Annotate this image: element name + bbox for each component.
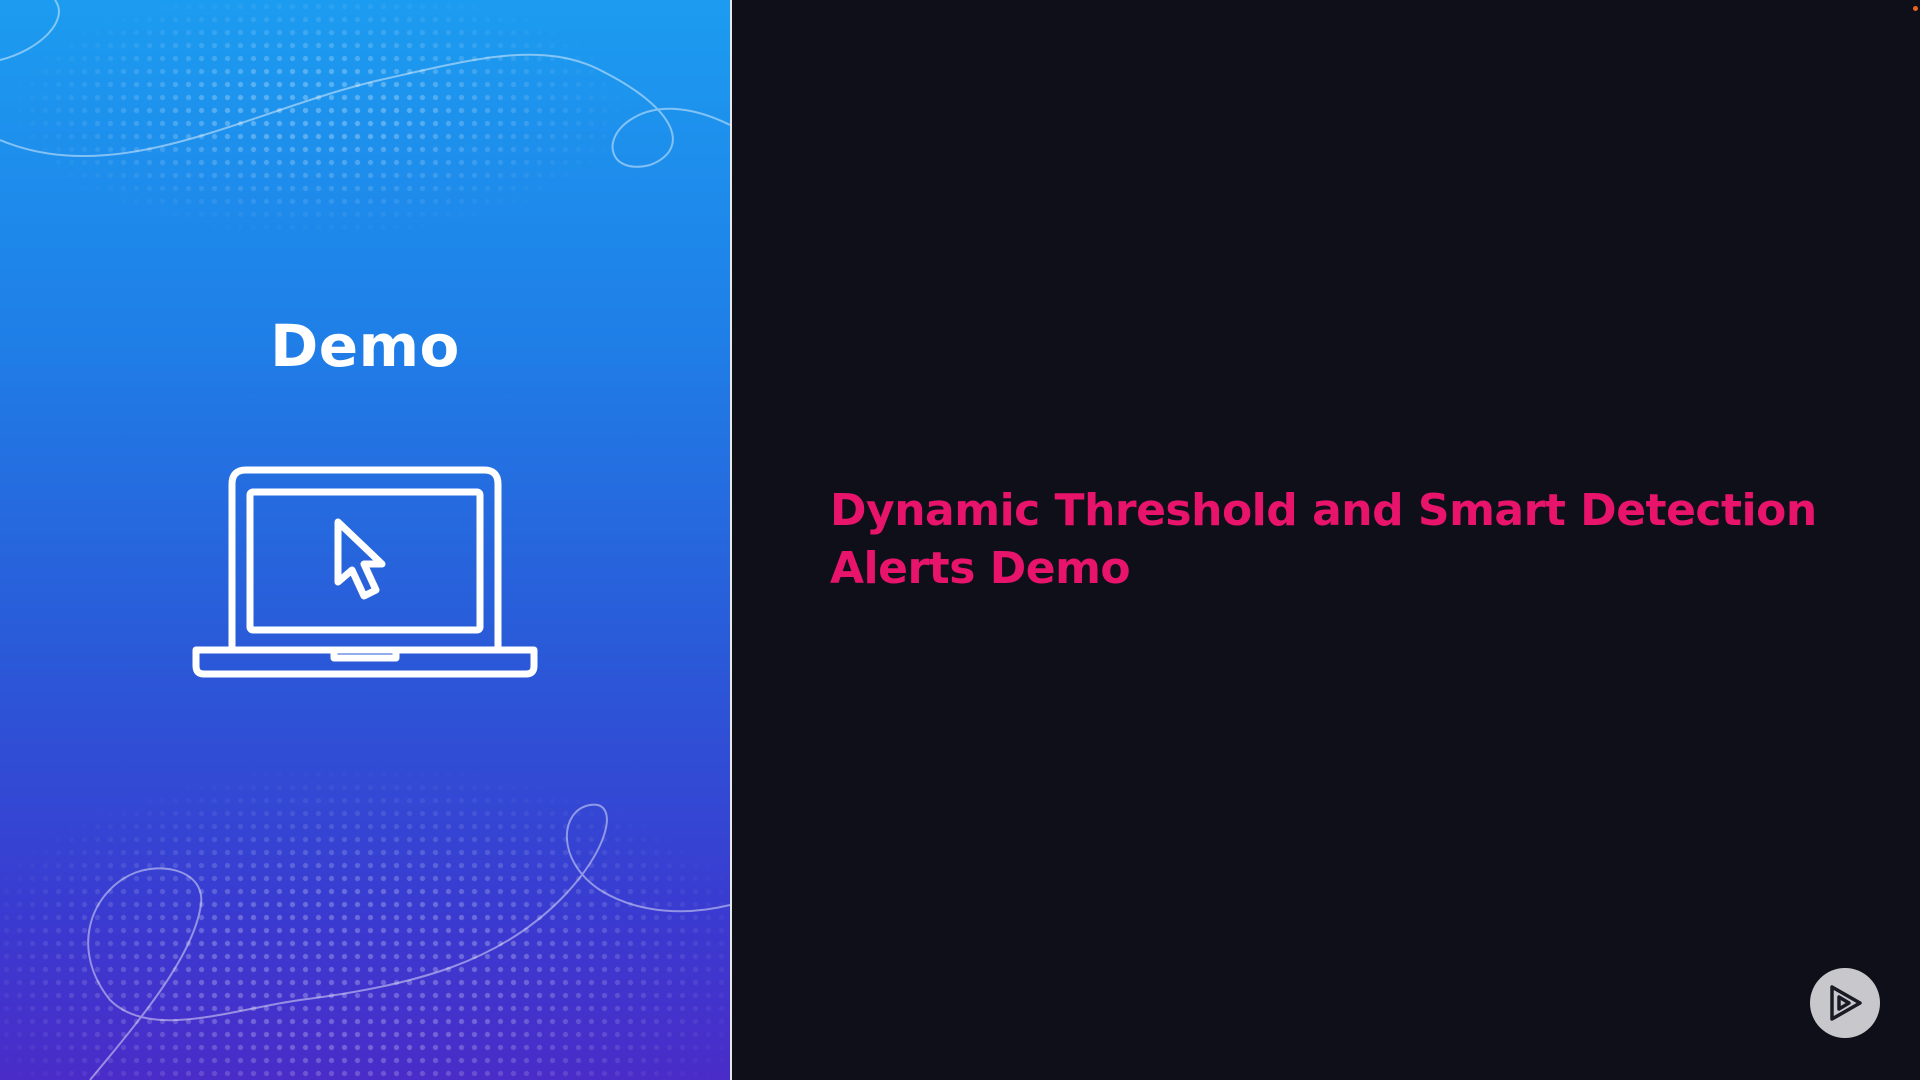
headline-line-1: Dynamic Threshold and Smart Detection	[830, 485, 1817, 536]
slide-headline: Dynamic Threshold and Smart Detection Al…	[830, 482, 1830, 598]
left-panel: Demo	[0, 0, 730, 1080]
laptop-cursor-icon	[192, 466, 538, 678]
recording-indicator-dot	[1913, 6, 1918, 11]
headline-line-2: Alerts Demo	[830, 543, 1131, 594]
play-logo-icon	[1830, 985, 1862, 1021]
slide: Demo Dynamic Threshold and Smart Detecti…	[0, 0, 1920, 1080]
demo-title: Demo	[270, 312, 460, 380]
play-button[interactable]	[1810, 968, 1880, 1038]
